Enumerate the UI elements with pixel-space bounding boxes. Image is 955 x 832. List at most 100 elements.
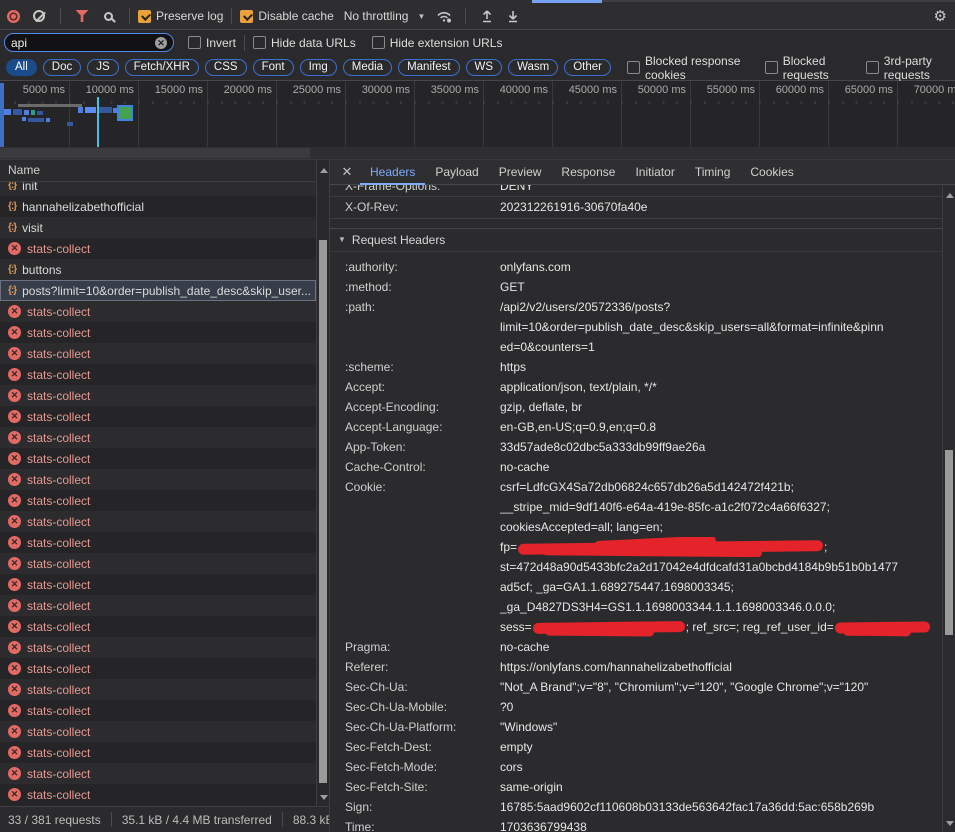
- checkbox-icon[interactable]: [765, 61, 778, 74]
- request-row[interactable]: ✕stats-collect: [0, 385, 316, 406]
- type-filter-pill-js[interactable]: JS: [87, 59, 118, 76]
- request-row[interactable]: ✕stats-collect: [0, 637, 316, 658]
- tab-headers[interactable]: Headers: [360, 160, 425, 185]
- filter-checkbox-3rd-party-requests[interactable]: 3rd-party requests: [866, 54, 955, 82]
- request-row[interactable]: ✕stats-collect: [0, 469, 316, 490]
- search-button[interactable]: [95, 4, 121, 28]
- disable-cache-checkbox[interactable]: [240, 10, 253, 23]
- hide-data-urls-toggle[interactable]: Hide data URLs: [253, 36, 356, 50]
- name-column-label: Name: [8, 163, 40, 177]
- header-value-line: st=472d48a90d5433bfc2a2d17042e4dfdcafd31…: [500, 557, 942, 577]
- request-row[interactable]: {:}buttons: [0, 259, 316, 280]
- network-conditions-button[interactable]: [431, 4, 457, 28]
- request-row[interactable]: ✕stats-collect: [0, 679, 316, 700]
- type-filter-pill-doc[interactable]: Doc: [43, 59, 81, 76]
- invert-toggle[interactable]: Invert: [188, 36, 236, 50]
- type-filter-pill-all[interactable]: All: [6, 59, 37, 76]
- request-row[interactable]: ✕stats-collect: [0, 490, 316, 511]
- type-filter-pill-font[interactable]: Font: [253, 59, 294, 76]
- settings-button[interactable]: ⚙: [934, 7, 947, 25]
- clear-filter-icon[interactable]: ✕: [155, 37, 167, 49]
- scroll-down-icon[interactable]: [946, 821, 954, 826]
- overview-hscrollbar[interactable]: [0, 147, 955, 159]
- request-row[interactable]: ✕stats-collect: [0, 427, 316, 448]
- request-row[interactable]: ✕stats-collect: [0, 616, 316, 637]
- request-headers-section[interactable]: ▼ Request Headers: [330, 228, 942, 252]
- tab-payload[interactable]: Payload: [425, 160, 488, 185]
- filter-button[interactable]: [69, 4, 95, 28]
- type-filter-pill-img[interactable]: Img: [300, 59, 337, 76]
- scrollbar-thumb[interactable]: [945, 450, 953, 635]
- clipped-header-row: X-Frame-Options: DENY: [330, 185, 942, 197]
- type-filter-pill-other[interactable]: Other: [564, 59, 611, 76]
- request-row[interactable]: ✕stats-collect: [0, 700, 316, 721]
- request-row[interactable]: ✕stats-collect: [0, 301, 316, 322]
- type-filter-pill-wasm[interactable]: Wasm: [508, 59, 558, 76]
- redaction-scribble: [835, 622, 930, 634]
- request-row[interactable]: ✕stats-collect: [0, 595, 316, 616]
- type-filter-pill-media[interactable]: Media: [343, 59, 392, 76]
- header-value: csrf=LdfcGX4Sa72db06824c657db26a5d142472…: [500, 477, 942, 637]
- request-row[interactable]: ✕stats-collect: [0, 343, 316, 364]
- tab-timing[interactable]: Timing: [685, 160, 741, 185]
- overview-hscrollbar-thumb[interactable]: [0, 148, 310, 158]
- checkbox-icon[interactable]: [627, 61, 640, 74]
- network-overview[interactable]: 5000 ms10000 ms15000 ms20000 ms25000 ms3…: [0, 81, 955, 160]
- tab-cookies[interactable]: Cookies: [740, 160, 803, 185]
- type-filter-pill-fetch-xhr[interactable]: Fetch/XHR: [125, 59, 199, 76]
- request-name: stats-collect: [27, 578, 90, 592]
- request-row[interactable]: {:}visit: [0, 217, 316, 238]
- request-header-row: Pragma:no-cache: [330, 637, 942, 657]
- request-row[interactable]: ✕stats-collect: [0, 784, 316, 805]
- type-filter-pill-ws[interactable]: WS: [466, 59, 503, 76]
- request-row[interactable]: ✕stats-collect: [0, 511, 316, 532]
- preserve-log-checkbox[interactable]: [138, 10, 151, 23]
- request-row[interactable]: ✕stats-collect: [0, 448, 316, 469]
- type-filter-pill-manifest[interactable]: Manifest: [398, 59, 459, 76]
- name-column-header[interactable]: Name: [0, 160, 329, 182]
- request-row[interactable]: ✕stats-collect: [0, 574, 316, 595]
- request-row[interactable]: {:}posts?limit=10&order=publish_date_des…: [0, 280, 316, 301]
- request-row[interactable]: ✕stats-collect: [0, 406, 316, 427]
- request-row[interactable]: ✕stats-collect: [0, 658, 316, 679]
- request-row[interactable]: ✕stats-collect: [0, 721, 316, 742]
- preserve-log-toggle[interactable]: Preserve log: [138, 9, 223, 23]
- type-filter-pill-css[interactable]: CSS: [205, 59, 247, 76]
- filter-checkbox-blocked-response-cookies[interactable]: Blocked response cookies: [627, 54, 749, 82]
- hide-extension-urls-checkbox[interactable]: [372, 36, 385, 49]
- checkbox-icon[interactable]: [866, 61, 879, 74]
- request-row[interactable]: {:}init: [0, 182, 316, 196]
- request-row[interactable]: ✕stats-collect: [0, 742, 316, 763]
- overview-left-handle[interactable]: [0, 83, 4, 154]
- request-row[interactable]: ✕stats-collect: [0, 553, 316, 574]
- detail-scrollbar[interactable]: [942, 185, 955, 832]
- record-button[interactable]: [0, 4, 26, 28]
- request-row[interactable]: ✕stats-collect: [0, 763, 316, 784]
- import-har-button[interactable]: [474, 4, 500, 28]
- filter-checkbox-blocked-requests[interactable]: Blocked requests: [765, 54, 850, 82]
- scroll-down-icon[interactable]: [320, 795, 328, 800]
- scrollbar-thumb[interactable]: [319, 240, 327, 783]
- request-row[interactable]: {:}hannahelizabethofficial: [0, 196, 316, 217]
- request-row[interactable]: ✕stats-collect: [0, 364, 316, 385]
- network-toolbar: Preserve log Disable cache No throttling…: [0, 0, 955, 30]
- tab-preview[interactable]: Preview: [489, 160, 552, 185]
- hide-extension-urls-toggle[interactable]: Hide extension URLs: [372, 36, 503, 50]
- request-row[interactable]: ✕stats-collect: [0, 532, 316, 553]
- scroll-up-icon[interactable]: [946, 193, 954, 198]
- request-list-scrollbar[interactable]: [316, 160, 329, 806]
- disable-cache-toggle[interactable]: Disable cache: [240, 9, 333, 23]
- export-har-button[interactable]: [500, 4, 526, 28]
- request-row[interactable]: ✕stats-collect: [0, 322, 316, 343]
- close-detail-button[interactable]: ✕: [334, 164, 360, 180]
- request-row[interactable]: ✕stats-collect: [0, 238, 316, 259]
- clear-button[interactable]: [26, 4, 52, 28]
- scroll-up-icon[interactable]: [320, 168, 328, 173]
- filter-input[interactable]: api ✕: [4, 33, 174, 52]
- throttling-dropdown[interactable]: No throttling ▼: [344, 9, 426, 23]
- hide-data-urls-checkbox[interactable]: [253, 36, 266, 49]
- invert-checkbox[interactable]: [188, 36, 201, 49]
- tab-response[interactable]: Response: [551, 160, 625, 185]
- tab-initiator[interactable]: Initiator: [625, 160, 684, 185]
- header-value: cors: [500, 757, 942, 777]
